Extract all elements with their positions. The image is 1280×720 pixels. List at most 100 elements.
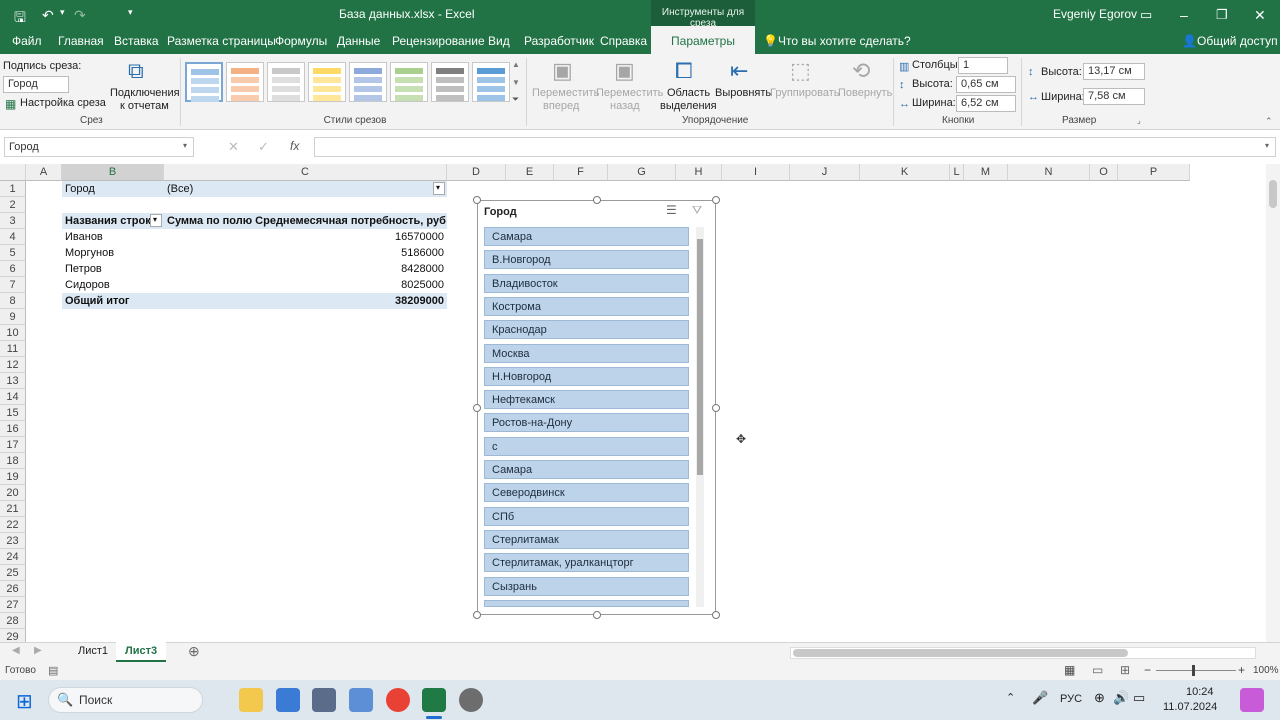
pivot-row-value[interactable]: 5186000	[164, 245, 447, 261]
col-header[interactable]: P	[1118, 164, 1190, 181]
row-header[interactable]: 29	[0, 629, 26, 642]
send-backward-label2[interactable]: назад	[610, 100, 640, 112]
multi-select-icon[interactable]: ☰	[666, 203, 677, 217]
pivot-row-label[interactable]: Иванов	[62, 229, 164, 245]
slicer-scrollbar[interactable]	[696, 227, 704, 607]
user-name[interactable]: Evgeniy Egorov	[1053, 7, 1137, 21]
row-header[interactable]: 27	[0, 597, 26, 613]
col-header[interactable]: N	[1008, 164, 1090, 181]
row-header[interactable]: 19	[0, 469, 26, 485]
prev-sheet-icon[interactable]: ◀	[12, 645, 20, 656]
slicer-style-4[interactable]	[308, 62, 346, 102]
row-header[interactable]: 28	[0, 613, 26, 629]
next-sheet-icon[interactable]: ▶	[34, 645, 42, 656]
microphone-icon[interactable]: 🎤	[1032, 690, 1048, 706]
col-header[interactable]: H	[676, 164, 722, 181]
pivot-row-value[interactable]: 8025000	[164, 277, 447, 293]
slicer-item[interactable]: с	[484, 436, 689, 456]
slicer-settings-button[interactable]: Настройка среза	[20, 97, 106, 109]
slicer-style-3[interactable]	[267, 62, 305, 102]
slicer-item[interactable]: Н.Новгород	[484, 366, 689, 386]
undo-dropdown-icon[interactable]: ▾	[60, 7, 65, 18]
row-header[interactable]: 1	[0, 181, 26, 197]
tab-developer[interactable]: Разработчик	[524, 34, 594, 48]
slicer-item[interactable]: СПб	[484, 506, 689, 526]
battery-icon[interactable]: ▭	[1133, 690, 1145, 706]
row-header[interactable]: 12	[0, 357, 26, 373]
row-header[interactable]: 21	[0, 501, 26, 517]
slicer-item-partial[interactable]	[484, 600, 689, 607]
language-indicator[interactable]: РУС	[1060, 693, 1082, 705]
row-header[interactable]: 6	[0, 261, 26, 277]
row-header[interactable]: 8	[0, 293, 26, 309]
row-header[interactable]: 3	[0, 213, 26, 229]
tell-me-search[interactable]: Что вы хотите сделать?	[778, 34, 911, 48]
zoom-in-icon[interactable]: +	[1238, 663, 1245, 677]
group-button[interactable]: Группировать	[770, 87, 840, 99]
horizontal-scroll-thumb[interactable]	[793, 649, 1128, 657]
col-header[interactable]: E	[506, 164, 554, 181]
row-labels-filter-icon[interactable]: ▾	[150, 214, 162, 227]
windows-start-icon[interactable]: ⊞	[16, 689, 33, 714]
row-header[interactable]: 9	[0, 309, 26, 325]
tab-review[interactable]: Рецензирование	[392, 34, 485, 48]
slicer-city[interactable]: Город ☰ ⛛ Самара В.Новгород Владивосток Кос…	[473, 196, 720, 619]
col-header[interactable]: O	[1090, 164, 1118, 181]
row-header[interactable]: 14	[0, 389, 26, 405]
selection-pane-label1[interactable]: Область	[667, 87, 710, 99]
row-header[interactable]: 16	[0, 421, 26, 437]
resize-handle[interactable]	[593, 611, 601, 619]
row-header[interactable]: 24	[0, 549, 26, 565]
row-header[interactable]: 2	[0, 197, 26, 213]
row-header[interactable]: 5	[0, 245, 26, 261]
sheet-tab-active[interactable]: Лист3	[125, 645, 157, 657]
enter-icon[interactable]: ✓	[258, 139, 269, 155]
col-header[interactable]: G	[608, 164, 676, 181]
styles-more-icon[interactable]: ⏷	[512, 94, 519, 105]
obs-icon[interactable]	[459, 688, 483, 712]
slicer-scroll-thumb[interactable]	[697, 239, 703, 475]
tell-me-icon[interactable]: 💡	[763, 34, 778, 48]
app-icon-2[interactable]	[312, 688, 336, 712]
resize-handle[interactable]	[712, 404, 720, 412]
slicer-style-7[interactable]	[431, 62, 469, 102]
col-header[interactable]: M	[964, 164, 1008, 181]
slicer-item[interactable]: В.Новгород	[484, 250, 689, 270]
pivot-row-label[interactable]: Петров	[62, 261, 164, 277]
clock-time[interactable]: 10:24	[1186, 686, 1214, 698]
row-header[interactable]: 25	[0, 565, 26, 581]
slicer-item[interactable]: Краснодар	[484, 320, 689, 340]
slicer-width-input[interactable]: 7,58 см	[1083, 88, 1145, 105]
align-button[interactable]: Выровнять	[715, 87, 771, 99]
resize-handle[interactable]	[473, 611, 481, 619]
row-header[interactable]: 23	[0, 533, 26, 549]
vertical-scroll-thumb[interactable]	[1269, 180, 1277, 208]
page-layout-view-icon[interactable]: ▭	[1092, 663, 1103, 677]
col-header[interactable]: J	[790, 164, 860, 181]
slicer-caption-input[interactable]: Город	[3, 76, 69, 93]
col-header[interactable]: C	[164, 164, 447, 181]
zoom-slider[interactable]	[1156, 670, 1236, 671]
bring-forward-label2[interactable]: вперед	[543, 100, 579, 112]
row-header[interactable]: 4	[0, 229, 26, 245]
slicer-item[interactable]: Владивосток	[484, 273, 689, 293]
tray-overflow-icon[interactable]: ⌃	[1006, 691, 1015, 704]
tab-insert[interactable]: Вставка	[114, 34, 159, 48]
pivot-value-header[interactable]: Сумма по полю Среднемесячная потребность…	[164, 213, 447, 229]
bring-forward-label1[interactable]: Переместить	[532, 87, 599, 99]
slicer-item[interactable]: Ростов-на-Дону	[484, 413, 689, 433]
qat-customize-icon[interactable]: ▾	[128, 7, 133, 18]
row-header[interactable]: 26	[0, 581, 26, 597]
slicer-item[interactable]: Северодвинск	[484, 483, 689, 503]
tab-view[interactable]: Вид	[488, 34, 510, 48]
pivot-row-labels-header[interactable]: Названия строк	[62, 213, 164, 229]
slicer-height-input[interactable]: 13,17 см	[1083, 63, 1145, 80]
undo-icon[interactable]: ↶	[42, 7, 54, 24]
page-break-view-icon[interactable]: ⊞	[1120, 663, 1130, 677]
tab-file[interactable]: Файл	[12, 34, 42, 48]
col-header[interactable]: K	[860, 164, 950, 181]
horizontal-scrollbar[interactable]	[790, 647, 1256, 659]
size-dialog-launcher-icon[interactable]: ⌟	[1137, 116, 1141, 125]
formula-input[interactable]	[314, 137, 1276, 157]
send-backward-label1[interactable]: Переместить	[596, 87, 663, 99]
